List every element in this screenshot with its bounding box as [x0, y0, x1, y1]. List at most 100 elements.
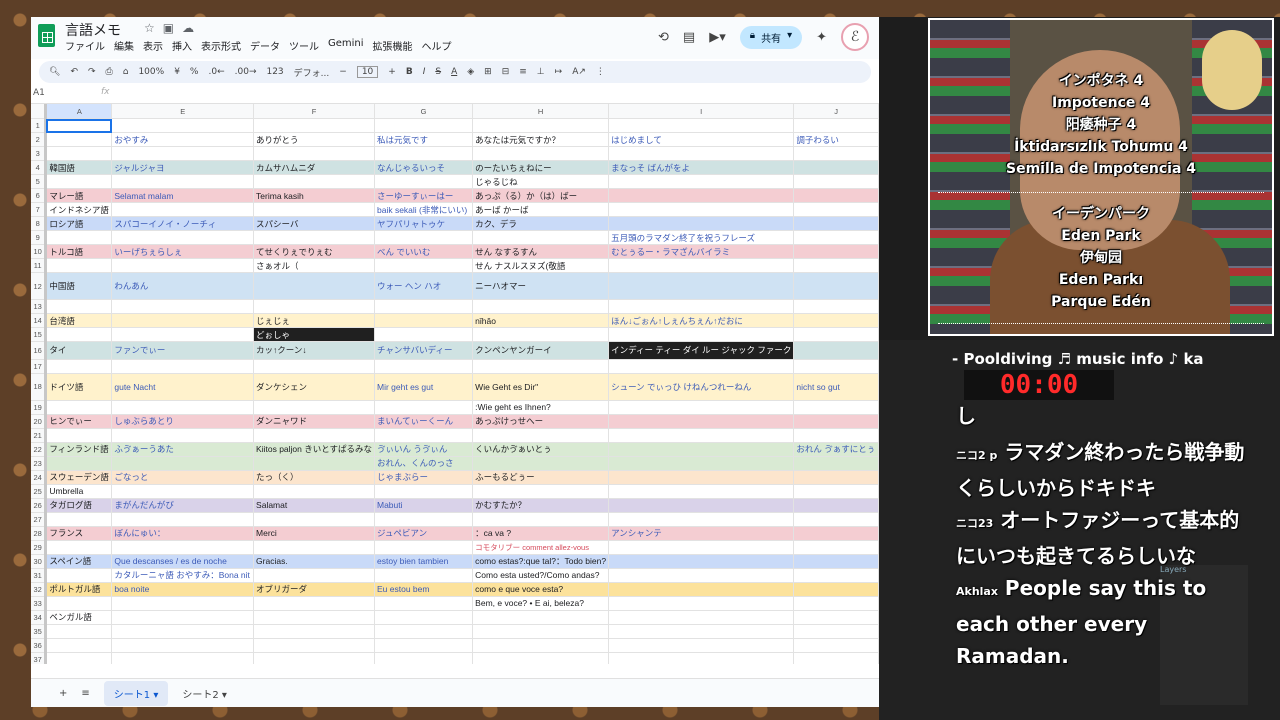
cell[interactable]: むとぅるー・ラマざんバイラミ [608, 244, 795, 259]
row-header[interactable]: 21 [31, 428, 48, 443]
row-header[interactable]: 28 [31, 526, 48, 541]
cell[interactable]: おやすみ [111, 132, 255, 147]
cell[interactable] [111, 202, 255, 217]
cell[interactable] [111, 596, 255, 611]
cell[interactable] [253, 202, 375, 217]
cell[interactable] [608, 272, 795, 300]
cell[interactable] [253, 610, 375, 625]
cell[interactable] [253, 652, 375, 664]
row-header[interactable]: 8 [31, 216, 48, 231]
cell[interactable] [111, 174, 255, 189]
cell[interactable] [608, 400, 795, 415]
cell[interactable]: マレー語 [45, 188, 113, 203]
borders-icon[interactable]: ⊞ [484, 67, 492, 77]
cell[interactable] [608, 554, 795, 569]
cell[interactable]: 五月頭のラマダン終了を祝うフレーズ [608, 230, 795, 245]
cell[interactable] [111, 258, 255, 273]
row-header[interactable]: 13 [31, 299, 48, 314]
cell[interactable] [45, 456, 113, 471]
cell[interactable] [111, 400, 255, 415]
decimal-decrease-icon[interactable]: .0← [208, 67, 224, 77]
cell[interactable]: ウォー ヘン ハオ [374, 272, 474, 300]
cell[interactable] [608, 540, 795, 555]
name-box[interactable]: A1 [33, 88, 45, 98]
cell[interactable] [253, 596, 375, 611]
cell[interactable]: コモタリブー comment allez-vous [472, 540, 610, 555]
cell[interactable]: 韓国語 [45, 160, 113, 175]
row-header[interactable]: 23 [31, 456, 48, 471]
cell[interactable] [111, 484, 255, 499]
cell[interactable]: 台湾語 [45, 313, 113, 328]
cell[interactable]: なんじゃるいっそ [374, 160, 474, 175]
cell[interactable] [253, 359, 375, 374]
cell[interactable]: Merci [253, 526, 375, 541]
cell[interactable] [374, 638, 474, 653]
cell[interactable] [793, 118, 879, 133]
cell[interactable] [374, 540, 474, 555]
row-header[interactable]: 32 [31, 582, 48, 597]
cell[interactable] [608, 118, 795, 133]
cell[interactable] [793, 174, 879, 189]
cell[interactable]: じゃまぶらー [374, 470, 474, 485]
cell[interactable] [608, 568, 795, 583]
cell[interactable] [793, 359, 879, 374]
cell[interactable] [793, 470, 879, 485]
cell[interactable]: じゃるじね [472, 174, 610, 189]
cell[interactable] [111, 624, 255, 639]
cell[interactable]: べん でいいむ [374, 244, 474, 259]
cell[interactable]: Kiitos paljon きいとすぱるみな [253, 442, 375, 457]
search-icon[interactable]: 🔍︎ [49, 67, 60, 77]
cell[interactable] [472, 638, 610, 653]
cell[interactable]: Que descanses / es de noche [111, 554, 255, 569]
comments-icon[interactable]: ▤ [683, 30, 695, 45]
cell[interactable] [472, 146, 610, 161]
cell[interactable]: Terima kasih [253, 188, 375, 203]
cell[interactable] [793, 554, 879, 569]
cell[interactable] [45, 299, 113, 314]
cell[interactable] [45, 327, 113, 342]
cell[interactable] [374, 146, 474, 161]
more-icon[interactable]: ⋮ [596, 67, 605, 77]
cell[interactable]: トルコ語 [45, 244, 113, 259]
cloud-status-icon[interactable]: ☁ [182, 21, 202, 35]
cell[interactable] [111, 327, 255, 342]
menu-help[interactable]: ヘルプ [422, 38, 452, 53]
cell[interactable]: 調子わるい [793, 132, 879, 147]
row-header[interactable]: 18 [31, 373, 48, 401]
row-header[interactable]: 30 [31, 554, 48, 569]
cell[interactable] [253, 456, 375, 471]
fill-color-icon[interactable]: ◈ [467, 67, 474, 77]
menu-extensions[interactable]: 拡張機能 [373, 38, 413, 53]
cell[interactable] [793, 188, 879, 203]
row-header[interactable]: 15 [31, 327, 48, 342]
cell[interactable] [793, 638, 879, 653]
cell[interactable]: estoy bien tambien [374, 554, 474, 569]
cell[interactable]: ベンガル語 [45, 610, 113, 625]
row-header[interactable]: 24 [31, 470, 48, 485]
cell[interactable]: nǐhǎo [472, 313, 610, 328]
cell[interactable] [253, 146, 375, 161]
font-size-increase-icon[interactable]: + [388, 67, 396, 77]
column-header[interactable]: A [45, 104, 113, 119]
cell[interactable]: フランス [45, 526, 113, 541]
cell[interactable] [793, 146, 879, 161]
select-all-corner[interactable] [31, 104, 48, 119]
percent-button[interactable]: % [190, 67, 199, 77]
cell[interactable]: 私は元気です [374, 132, 474, 147]
undo-icon[interactable]: ↶ [70, 67, 78, 77]
cell[interactable] [374, 327, 474, 342]
tab-sheet1[interactable]: シート1 ▾ [103, 680, 169, 706]
cell[interactable] [793, 498, 879, 513]
cell[interactable] [608, 146, 795, 161]
cell[interactable] [253, 512, 375, 527]
row-header[interactable]: 25 [31, 484, 48, 499]
cell[interactable] [374, 400, 474, 415]
cell[interactable]: Eu estou bem [374, 582, 474, 597]
cell[interactable]: ほん↓ごぉん↑しぇんちぇん↑だおに [608, 313, 795, 328]
cell[interactable] [45, 624, 113, 639]
cell[interactable] [472, 230, 610, 245]
row-header[interactable]: 22 [31, 442, 48, 457]
font-size-input[interactable]: 10 [356, 66, 379, 78]
cell[interactable] [793, 484, 879, 499]
cell[interactable] [253, 568, 375, 583]
